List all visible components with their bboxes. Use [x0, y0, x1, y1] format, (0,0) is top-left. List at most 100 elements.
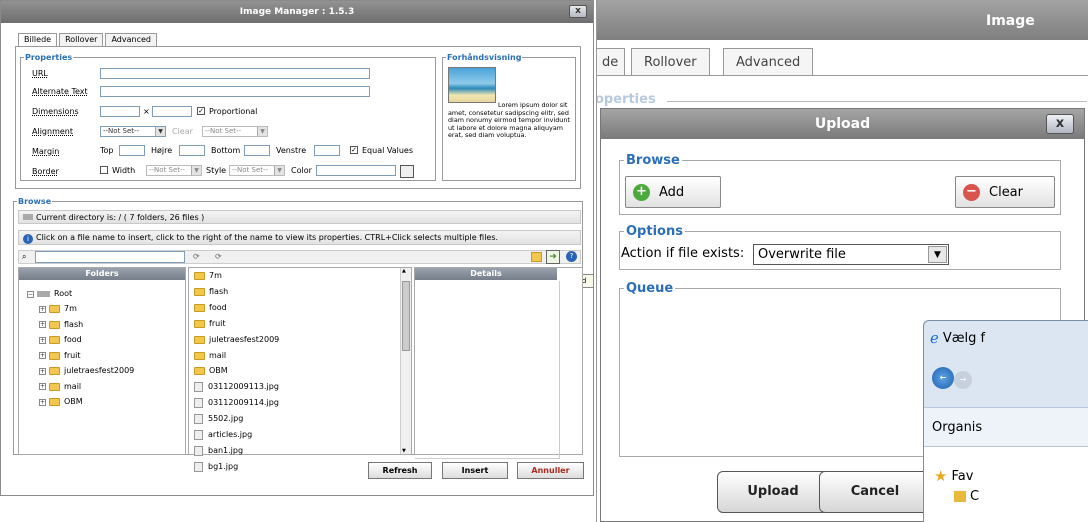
- border-width-label: Width: [112, 166, 136, 175]
- file-list-item[interactable]: 03112009114.jpg: [194, 398, 279, 409]
- proportional-checkbox[interactable]: ✓: [197, 107, 205, 115]
- organise-button[interactable]: Organis: [932, 420, 982, 435]
- alignment-select[interactable]: --Not Set-- ▼: [100, 126, 166, 137]
- add-button[interactable]: + Add: [625, 176, 721, 208]
- expand-icon[interactable]: +: [39, 352, 46, 359]
- refresh-files-icon[interactable]: ⟳: [215, 252, 222, 261]
- tree-folder-item[interactable]: + flash: [39, 320, 83, 330]
- back-icon[interactable]: ←: [932, 367, 954, 389]
- height-input[interactable]: [152, 106, 192, 117]
- file-name: 03112009114.jpg: [208, 398, 279, 408]
- collapse-icon[interactable]: −: [27, 290, 34, 298]
- tree-root-label: Root: [54, 289, 73, 298]
- file-list-item[interactable]: juletraesfest2009: [194, 335, 279, 345]
- tree-folder-item[interactable]: +7m: [39, 304, 77, 314]
- upload-titlebar[interactable]: Upload x: [601, 109, 1084, 139]
- tree-folder-item[interactable]: + fruit: [39, 351, 81, 361]
- folder-icon: [49, 398, 60, 406]
- url-input[interactable]: [100, 68, 370, 79]
- alt-text-input[interactable]: [100, 86, 370, 97]
- times-sign: ×: [143, 107, 150, 116]
- file-list-item[interactable]: 5502.jpg: [194, 414, 244, 425]
- folder-icon: [194, 272, 205, 280]
- folder-icon: [49, 336, 60, 344]
- file-name: ban1.jpg: [208, 445, 244, 455]
- chevron-down-icon: ▼: [274, 166, 284, 175]
- border-color-input[interactable]: [316, 165, 396, 176]
- margin-right-input[interactable]: [179, 145, 205, 156]
- dialog-titlebar[interactable]: Image Manager : 1.5.3 x: [1, 1, 593, 23]
- insert-button[interactable]: Insert: [442, 462, 508, 479]
- file-list-item[interactable]: OBM: [194, 366, 228, 376]
- file-list-item[interactable]: 7m: [194, 271, 222, 281]
- close-icon[interactable]: x: [1046, 114, 1074, 134]
- file-list-item[interactable]: articles.jpg: [194, 430, 252, 440]
- cancel-button[interactable]: Annuller: [517, 462, 584, 479]
- tab-advanced[interactable]: Advanced: [723, 48, 814, 76]
- drive-icon: [23, 214, 33, 220]
- width-input[interactable]: [100, 106, 140, 117]
- expand-icon[interactable]: +: [39, 367, 46, 375]
- file-name: 5502.jpg: [208, 414, 244, 424]
- margin-bottom-input[interactable]: [244, 145, 270, 156]
- nav-item[interactable]: C: [954, 489, 979, 504]
- border-color-label: Color: [291, 166, 312, 175]
- expand-icon[interactable]: +: [39, 321, 46, 328]
- expand-icon[interactable]: +: [39, 305, 46, 313]
- action-select[interactable]: Overwrite file ▼: [753, 244, 949, 265]
- file-list-item[interactable]: 03112009113.jpg: [194, 382, 279, 393]
- file-list-item[interactable]: fruit: [194, 319, 226, 329]
- favorites-item[interactable]: ★ Fav: [934, 467, 973, 485]
- equal-values-label: Equal Values: [362, 146, 414, 155]
- tab-rollover[interactable]: Rollover: [631, 48, 710, 76]
- file-list-item[interactable]: bg1.jpg: [194, 461, 238, 472]
- refresh-button[interactable]: Refresh: [368, 462, 432, 479]
- clear-link[interactable]: Clear: [172, 127, 193, 136]
- close-icon[interactable]: x: [569, 5, 587, 18]
- tab-billede[interactable]: Billede: [18, 33, 58, 47]
- current-directory-bar: Current directory is: / ( 7 folders, 26 …: [18, 210, 581, 224]
- tree-folder-item[interactable]: + food: [39, 335, 82, 345]
- tree-folder-label: 7m: [64, 304, 77, 313]
- file-picker-titlebar[interactable]: ℯ Vælg f: [930, 329, 985, 347]
- margin-left-input[interactable]: [314, 145, 340, 156]
- expand-icon[interactable]: +: [39, 383, 46, 390]
- tab-advanced[interactable]: Advanced: [105, 33, 157, 46]
- tree-folder-label: food: [64, 335, 82, 344]
- tab-billede-partial[interactable]: de: [597, 48, 626, 76]
- clear-button[interactable]: − Clear: [955, 176, 1055, 208]
- tree-folder-label: OBM: [64, 397, 83, 406]
- equal-values-checkbox[interactable]: ✓: [350, 146, 358, 154]
- alignment-select-2[interactable]: --Not Set-- ▼: [202, 126, 268, 137]
- file-list-item[interactable]: mail: [194, 351, 226, 361]
- tab-rollover[interactable]: Rollover: [59, 33, 104, 46]
- border-width-select[interactable]: --Not Set-- ▼: [146, 165, 202, 176]
- expand-icon[interactable]: +: [39, 336, 46, 344]
- scrollbar-thumb[interactable]: [402, 281, 410, 351]
- tree-folder-item[interactable]: + OBM: [39, 397, 83, 407]
- tree-folder-item[interactable]: + mail: [39, 382, 81, 392]
- file-list-item[interactable]: flash: [194, 287, 228, 297]
- chevron-down-icon: ▼: [191, 166, 201, 175]
- scroll-down-icon[interactable]: ▼: [402, 448, 406, 454]
- margin-top-input[interactable]: [119, 145, 145, 156]
- new-folder-icon[interactable]: [531, 252, 542, 262]
- forward-icon[interactable]: →: [954, 371, 972, 389]
- upload-cancel-button[interactable]: Cancel: [819, 471, 931, 513]
- tree-folder-item[interactable]: + juletraesfest2009: [39, 366, 134, 376]
- upload-button[interactable]: Upload: [717, 471, 829, 513]
- tree-root[interactable]: − Root: [27, 289, 72, 299]
- folder-search-input[interactable]: [35, 251, 185, 263]
- file-list-item[interactable]: food: [194, 303, 227, 313]
- expand-icon[interactable]: +: [39, 398, 46, 406]
- files-scrollbar[interactable]: ▲ ▼: [400, 268, 411, 454]
- refresh-folders-icon[interactable]: ⟳: [193, 252, 200, 261]
- help-icon[interactable]: ?: [566, 251, 577, 262]
- border-style-select[interactable]: --Not Set-- ▼: [229, 165, 285, 176]
- color-picker-icon[interactable]: [400, 165, 414, 178]
- border-width-checkbox[interactable]: [100, 166, 108, 174]
- upload-icon[interactable]: ➜: [546, 250, 560, 264]
- scroll-up-icon[interactable]: ▲: [402, 268, 406, 274]
- file-list-item[interactable]: ban1.jpg: [194, 445, 244, 456]
- clear-label: Clear: [989, 184, 1023, 200]
